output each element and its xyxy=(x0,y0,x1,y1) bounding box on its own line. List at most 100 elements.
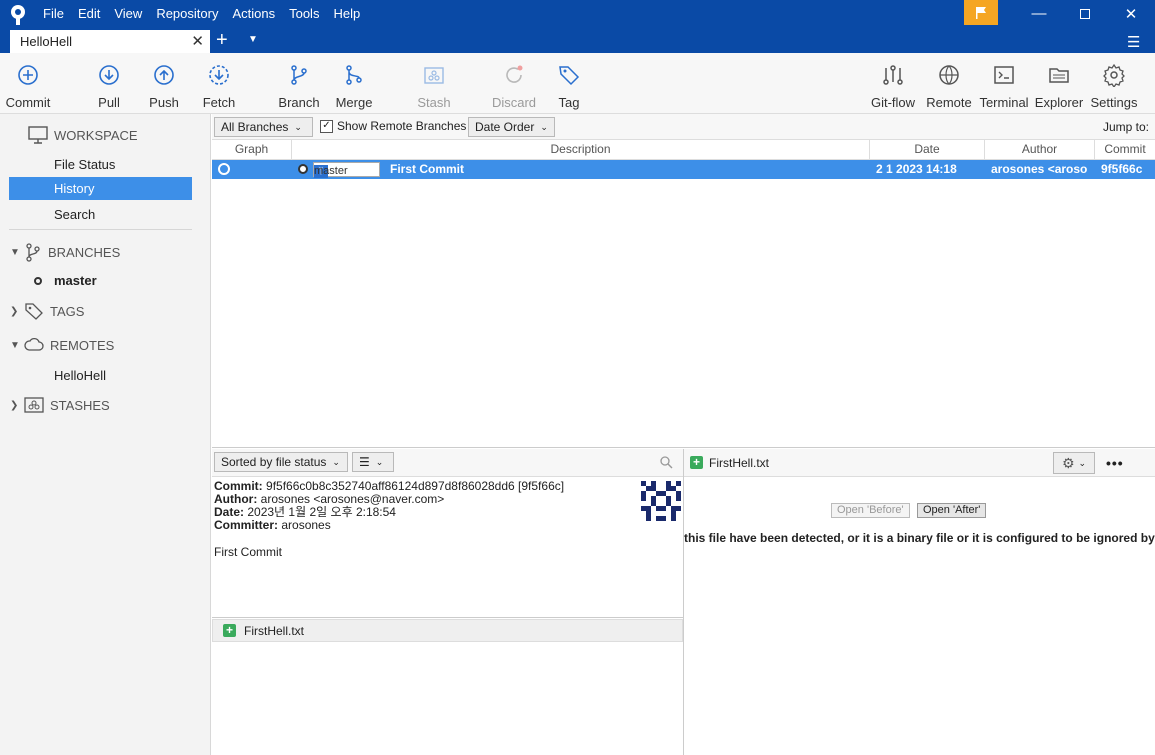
column-graph[interactable]: Graph xyxy=(212,140,292,160)
sidebar-item-label: master xyxy=(54,273,97,288)
sidebar-item-label: History xyxy=(54,181,95,196)
repo-tab[interactable]: HelloHell ✕ xyxy=(10,30,210,53)
menu-tools[interactable]: Tools xyxy=(282,6,326,21)
chevron-down-icon: ⌄ xyxy=(375,456,384,467)
close-window-button[interactable]: ✕ xyxy=(1108,0,1154,27)
sidebar-item-label: HelloHell xyxy=(54,368,107,383)
new-tab-icon[interactable]: + xyxy=(216,30,228,50)
gitflow-icon xyxy=(883,65,903,85)
checkbox-checked-icon: ✓ xyxy=(320,119,333,133)
fetch-button[interactable]: Fetch xyxy=(202,53,236,113)
close-tab-icon[interactable]: ✕ xyxy=(191,32,204,50)
menu-actions[interactable]: Actions xyxy=(225,6,282,21)
merge-button[interactable]: Merge xyxy=(336,53,372,113)
cloud-icon xyxy=(24,337,44,351)
settings-button[interactable]: Settings xyxy=(1090,53,1138,113)
branch-button[interactable]: Branch xyxy=(278,53,320,113)
fetch-label: Fetch xyxy=(202,95,236,110)
chevron-down-icon: ⌄ xyxy=(1078,457,1087,468)
explorer-button[interactable]: Explorer xyxy=(1035,53,1083,113)
remotes-section[interactable]: ▼ REMOTES xyxy=(10,337,114,353)
merge-label: Merge xyxy=(335,95,373,110)
sidebar: WORKSPACE File Status History Search ▼ B… xyxy=(0,114,211,755)
tag-button[interactable]: Tag xyxy=(556,53,582,113)
tags-section[interactable]: ❯ TAGS xyxy=(10,302,84,320)
list-item[interactable]: + FirstHell.txt xyxy=(212,619,683,642)
view-mode-dropdown[interactable]: ☰ ⌄ xyxy=(352,452,394,472)
author-field-label: Author: xyxy=(214,492,258,506)
gitflow-button[interactable]: Git-flow xyxy=(870,53,916,113)
flag-button[interactable] xyxy=(964,0,998,25)
diff-file-name: FirstHell.txt xyxy=(709,455,769,470)
commit-full-hash: 9f5f66c0b8c352740aff86124d897d8f86028dd6… xyxy=(266,479,565,493)
pull-button[interactable]: Pull xyxy=(94,53,124,113)
branches-filter-dropdown[interactable]: All Branches ⌄ xyxy=(214,117,313,137)
repo-tab-title: HelloHell xyxy=(20,34,73,49)
column-description[interactable]: Description xyxy=(292,140,870,160)
menu-edit[interactable]: Edit xyxy=(71,6,107,21)
tab-list-dropdown-icon[interactable]: ▼ xyxy=(248,34,258,45)
open-after-button[interactable]: Open 'After' xyxy=(917,503,987,518)
discard-button[interactable]: Discard xyxy=(492,53,536,113)
column-commit[interactable]: Commit xyxy=(1095,140,1155,160)
branch-label-badge[interactable]: ᛉ master xyxy=(313,162,380,178)
chevron-down-icon: ⌄ xyxy=(294,121,302,132)
globe-icon xyxy=(939,65,959,85)
chevron-down-icon: ⌄ xyxy=(332,456,340,467)
working-copy-node-icon xyxy=(218,163,230,175)
tab-strip: HelloHell ✕ + ▼ ☰ xyxy=(0,28,1155,53)
menu-file[interactable]: File xyxy=(36,6,71,21)
remote-label: Remote xyxy=(926,95,972,110)
search-icon[interactable] xyxy=(660,456,673,469)
remote-button[interactable]: Remote xyxy=(926,53,972,113)
checkbox-label: Show Remote Branches xyxy=(337,119,467,133)
branches-section[interactable]: ▼ BRANCHES xyxy=(10,242,120,262)
sidebar-item-label: File Status xyxy=(54,157,116,172)
discard-label: Discard xyxy=(491,95,537,110)
stash-icon xyxy=(424,67,444,84)
gear-icon xyxy=(1103,63,1125,87)
jump-to-label[interactable]: Jump to: xyxy=(1103,120,1149,134)
minimize-icon: — xyxy=(1031,5,1047,22)
diff-options-dropdown[interactable]: ⚙ ⌄ xyxy=(1053,452,1095,474)
minimize-button[interactable]: — xyxy=(1016,0,1062,27)
tag-icon xyxy=(559,66,580,86)
avatar xyxy=(641,481,681,521)
push-button[interactable]: Push xyxy=(148,53,180,113)
menu-repository[interactable]: Repository xyxy=(149,6,225,21)
hamburger-menu-icon[interactable]: ☰ xyxy=(1127,33,1140,51)
file-name: FirstHell.txt xyxy=(244,623,304,638)
open-before-button[interactable]: Open 'Before' xyxy=(831,503,910,518)
menu-view[interactable]: View xyxy=(107,6,149,21)
maximize-button[interactable] xyxy=(1062,0,1108,27)
menu-bar: File Edit View Repository Actions Tools … xyxy=(36,0,367,27)
sidebar-item-history[interactable]: History xyxy=(9,177,192,200)
chevron-down-icon: ⌄ xyxy=(540,121,548,132)
pane-splitter[interactable] xyxy=(683,449,684,755)
table-row[interactable]: ᛉ master First Commit 2 1 2023 14:18 aro… xyxy=(212,160,1155,179)
commit-button[interactable]: Commit xyxy=(6,53,50,113)
sidebar-item-file-status[interactable]: File Status xyxy=(9,153,192,176)
branch-icon xyxy=(26,243,40,262)
flag-icon xyxy=(976,6,986,19)
menu-help[interactable]: Help xyxy=(326,6,367,21)
dropdown-value: Date Order xyxy=(475,120,535,134)
sidebar-item-master[interactable]: master xyxy=(9,269,192,292)
more-options-icon[interactable]: ••• xyxy=(1106,455,1124,471)
workspace-section[interactable]: WORKSPACE xyxy=(28,126,138,144)
file-added-icon: + xyxy=(690,456,703,469)
column-date[interactable]: Date xyxy=(870,140,985,160)
order-dropdown[interactable]: Date Order ⌄ xyxy=(468,117,555,137)
column-author[interactable]: Author xyxy=(985,140,1095,160)
history-list-empty-area xyxy=(212,179,1155,448)
chevron-right-icon: ❯ xyxy=(10,399,19,411)
stash-button[interactable]: Stash xyxy=(416,53,452,113)
stashes-section[interactable]: ❯ STASHES xyxy=(10,397,110,413)
sort-files-dropdown[interactable]: Sorted by file status ⌄ xyxy=(214,452,348,472)
terminal-button[interactable]: Terminal xyxy=(979,53,1029,113)
sidebar-item-search[interactable]: Search xyxy=(9,203,192,226)
gear-icon: ⚙ xyxy=(1061,454,1075,471)
maximize-icon xyxy=(1080,8,1090,19)
show-remote-branches-checkbox[interactable]: ✓ Show Remote Branches xyxy=(320,119,466,133)
sidebar-item-remote-hellohell[interactable]: HelloHell xyxy=(9,364,192,387)
